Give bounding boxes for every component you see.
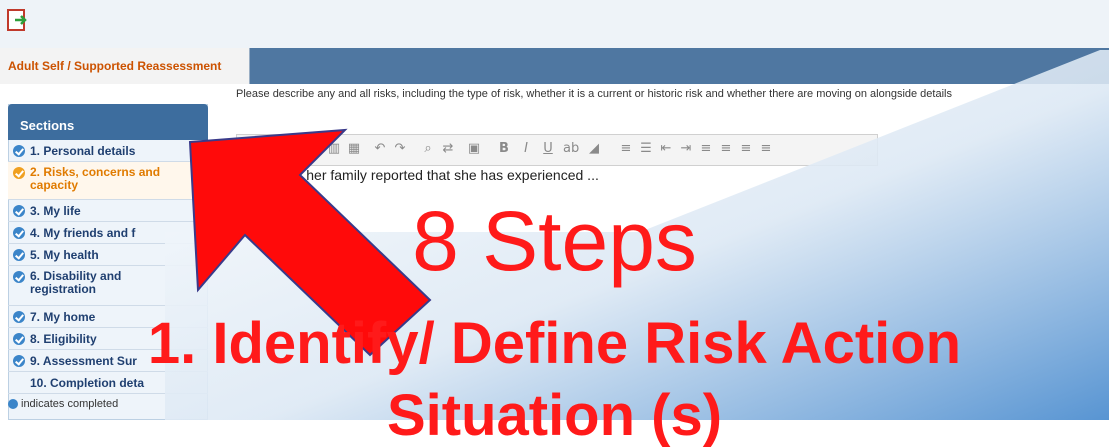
overlay-step-1: 1. Identify/ Define Risk Action [147, 311, 962, 376]
overlay-step-1-continued: Situation (s) [386, 383, 723, 448]
overlay-title: 8 Steps [412, 194, 697, 288]
